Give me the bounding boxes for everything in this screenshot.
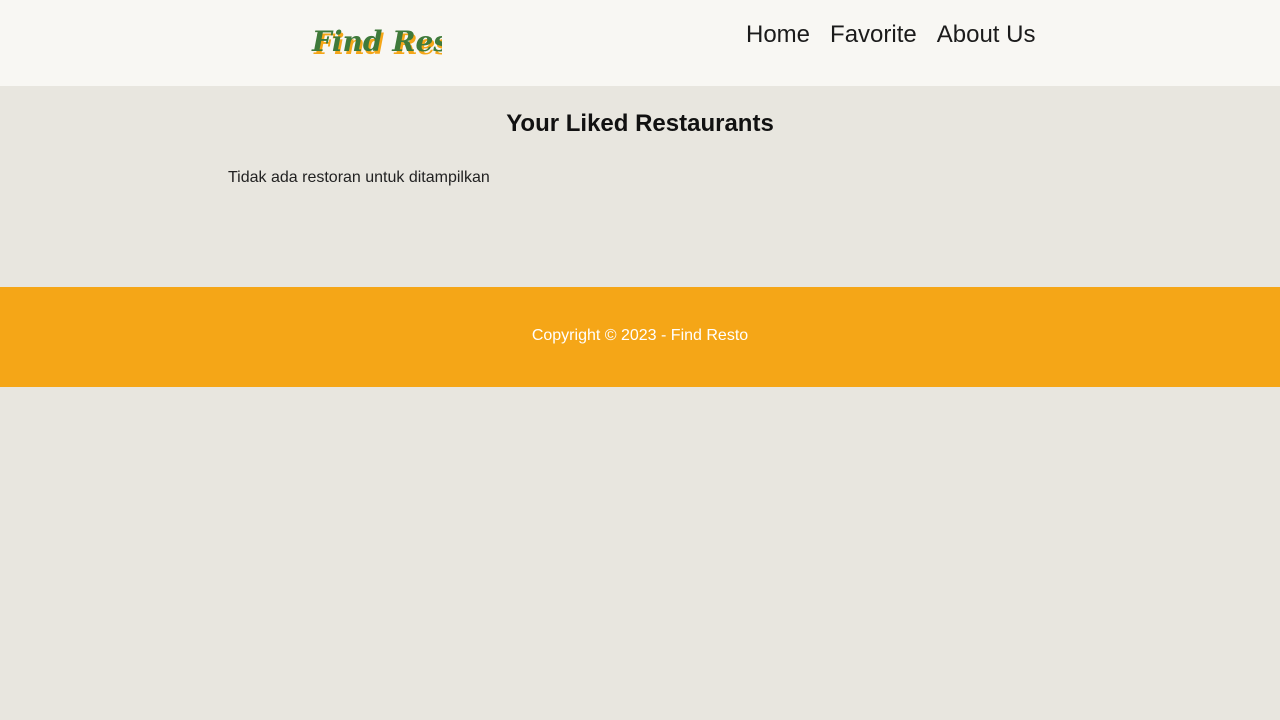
page-title: Your Liked Restaurants bbox=[506, 110, 774, 137]
logo-image: Find Resto Find Resto bbox=[311, 25, 442, 61]
nav-link-home[interactable]: Home bbox=[736, 18, 820, 52]
find-resto-logo[interactable]: Find Resto Find Resto bbox=[310, 16, 442, 66]
navbar: Find Resto Find Resto Home Favorite Abou… bbox=[0, 0, 1280, 86]
main-content: Your Liked Restaurants Tidak ada restora… bbox=[0, 86, 1280, 287]
nav-item-favorite: Favorite bbox=[820, 18, 927, 52]
svg-text:Find Resto: Find Resto bbox=[311, 25, 442, 58]
nav-item-about-us: About Us bbox=[927, 18, 1046, 52]
nav-link-about-us[interactable]: About Us bbox=[927, 18, 1046, 52]
nav-menu: Home Favorite About Us bbox=[736, 18, 1045, 52]
nav-item-home: Home bbox=[736, 18, 820, 52]
nav-link-favorite[interactable]: Favorite bbox=[820, 18, 927, 52]
footer-copyright: Copyright © 2023 - Find Resto bbox=[531, 327, 749, 344]
empty-state-message: Tidak ada restoran untuk ditampilkan bbox=[228, 169, 490, 186]
footer: Copyright © 2023 - Find Resto bbox=[0, 287, 1280, 387]
